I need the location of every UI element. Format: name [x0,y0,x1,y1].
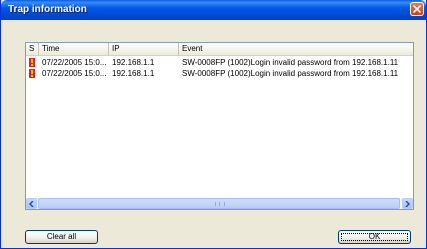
scrollbar-thumb[interactable] [38,198,400,209]
window-title: Trap information [8,4,87,15]
table-row[interactable]: 07/22/2005 15:0... 192.168.1.1 SW-0008FP… [26,68,413,79]
ip-cell: 192.168.1.1 [112,58,155,67]
column-header-ip[interactable]: IP [109,43,179,55]
time-cell: 07/22/2005 15:0... [42,58,107,67]
warning-icon [29,69,35,80]
scroll-right-button[interactable] [402,198,413,209]
chevron-right-icon [405,201,410,207]
close-icon [413,5,421,13]
time-cell: 07/22/2005 15:0... [42,69,107,78]
ip-cell: 192.168.1.1 [112,69,155,78]
event-cell: SW-0008FP (1002)Login invalid password f… [182,69,399,78]
ok-button[interactable]: OK [338,230,411,244]
scroll-left-button[interactable] [26,198,37,209]
clear-all-button[interactable]: Clear all [25,230,98,244]
column-header-event[interactable]: Event [179,43,413,55]
title-bar[interactable]: Trap information [1,0,426,20]
close-button[interactable] [410,2,424,16]
column-header-status[interactable]: S [26,43,39,55]
horizontal-scrollbar[interactable] [26,198,413,209]
list-header: S Time IP Event [26,43,413,56]
chevron-left-icon [29,201,34,207]
event-cell: SW-0008FP (1002)Login invalid password f… [182,58,399,67]
trap-list[interactable]: S Time IP Event 07/22/2005 15:0... 192.1… [25,42,414,210]
table-row[interactable]: 07/22/2005 15:0... 192.168.1.1 SW-0008FP… [26,57,413,68]
trap-information-window: Trap information S Time IP Event 07/22/2 [0,0,427,249]
column-header-time[interactable]: Time [39,43,109,55]
